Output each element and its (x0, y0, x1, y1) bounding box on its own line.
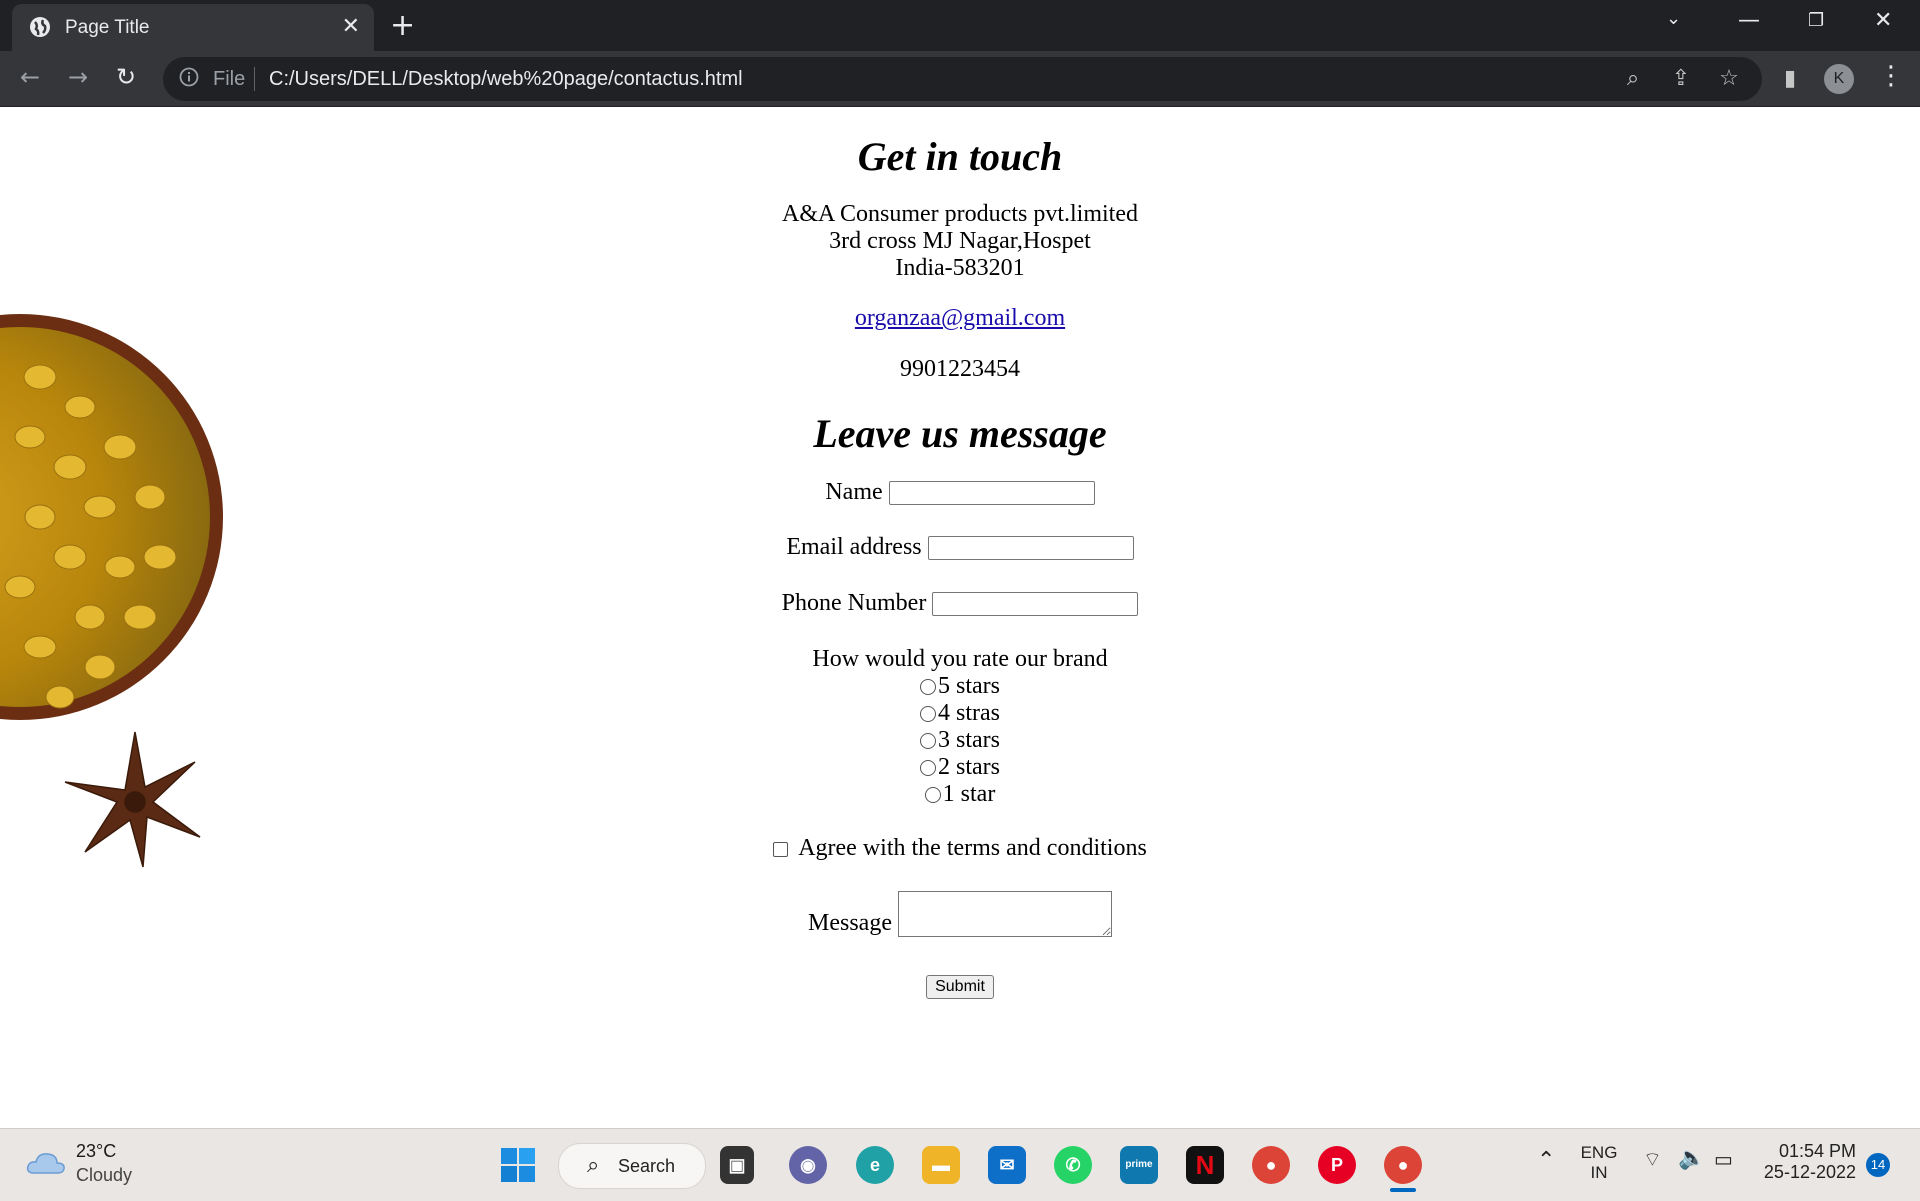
address-separator (254, 67, 255, 91)
language-indicator[interactable]: ENG IN (1580, 1143, 1618, 1183)
radio-button[interactable] (920, 760, 936, 777)
phone-label: Phone Number (781, 590, 927, 616)
cloud-weather-icon[interactable] (26, 1149, 66, 1177)
mail-icon[interactable]: ✉ (988, 1146, 1026, 1184)
pinterest-icon[interactable]: P (1318, 1146, 1356, 1184)
clock-date: 25-12-2022 (1763, 1162, 1856, 1182)
notification-badge[interactable]: 14 (1866, 1153, 1890, 1177)
taskbar: 23°C Cloudy ⌕ Search ▣ ◉ e ▬ ✉ ✆ prime N… (0, 1128, 1920, 1201)
teams-chat-icon[interactable]: ◉ (789, 1146, 827, 1184)
radio-button[interactable] (920, 679, 936, 696)
taskbar-search-box[interactable]: ⌕ Search (558, 1143, 706, 1189)
email-label: Email address (786, 534, 922, 560)
side-panel-icon[interactable]: ▮ (1777, 66, 1803, 92)
rating-question: How would you rate our brand (812, 646, 1108, 672)
radio-button[interactable] (920, 733, 936, 750)
heading-get-in-touch: Get in touch (857, 134, 1063, 179)
weather-temp[interactable]: 23°C (76, 1141, 116, 1162)
submit-row: Submit (560, 971, 1360, 999)
chevron-up-icon[interactable]: ⌃ (1537, 1147, 1555, 1173)
address-url[interactable]: C:/Users/DELL/Desktop/web%20page/contact… (269, 68, 743, 91)
prime-video-icon[interactable]: prime (1120, 1146, 1158, 1184)
phone-input[interactable] (932, 592, 1139, 617)
email-row: organzaa@gmail.com (560, 305, 1360, 332)
address-block: A&A Consumer products pvt.limited 3rd cr… (560, 201, 1360, 282)
submit-button[interactable]: Submit (926, 975, 994, 999)
page-viewport: Get in touch A&A Consumer products pvt.l… (0, 107, 1920, 1128)
file-explorer-icon[interactable]: ▬ (922, 1146, 960, 1184)
globe-icon (30, 17, 50, 37)
terms-row[interactable]: Agree with the terms and conditions (560, 835, 1360, 862)
phone-row: Phone Number (560, 590, 1360, 617)
back-icon[interactable]: ← (20, 63, 40, 91)
forward-icon[interactable]: → (68, 63, 88, 91)
rating-option-5[interactable]: 5 stars (560, 673, 1360, 700)
chrome-active-icon[interactable]: ● (1384, 1146, 1422, 1184)
rating-option-3[interactable]: 3 stars (560, 727, 1360, 754)
address-line: 3rd cross MJ Nagar,Hospet (829, 228, 1091, 254)
email-field-row: Email address (560, 534, 1360, 561)
tab-search-icon[interactable]: ⌄ (1666, 8, 1681, 29)
wifi-icon[interactable]: ⌔ (1643, 1147, 1662, 1172)
netflix-icon[interactable]: N (1186, 1146, 1224, 1184)
message-row: Message (560, 891, 1360, 937)
share-icon[interactable]: ⇪ (1668, 66, 1694, 92)
tab-strip: Page Title ✕ + ⌄ — ❐ ✕ (0, 0, 1920, 51)
rating-option-4[interactable]: 4 stras (560, 700, 1360, 727)
active-indicator (1390, 1188, 1416, 1192)
weather-desc[interactable]: Cloudy (76, 1165, 132, 1186)
tab-title: Page Title (65, 17, 150, 38)
reload-icon[interactable]: ↻ (116, 63, 136, 91)
edge-icon[interactable]: e (856, 1146, 894, 1184)
close-window-icon[interactable]: ✕ (1874, 8, 1892, 33)
radio-button[interactable] (924, 787, 941, 804)
email-input[interactable] (927, 536, 1134, 561)
restore-icon[interactable]: ❐ (1808, 10, 1824, 31)
message-textarea[interactable] (897, 891, 1112, 937)
terms-label: Agree with the terms and conditions (798, 835, 1147, 861)
search-label: Search (618, 1156, 676, 1176)
new-tab-icon[interactable]: + (390, 8, 415, 43)
phone-number: 9901223454 (900, 356, 1020, 382)
radio-button[interactable] (920, 706, 936, 723)
email-link[interactable]: organzaa@gmail.com (855, 305, 1065, 331)
close-tab-icon[interactable]: ✕ (342, 14, 360, 39)
info-icon[interactable] (179, 67, 199, 87)
rating-group: How would you rate our brand 5 stars 4 s… (560, 646, 1360, 808)
bookmark-star-icon[interactable]: ☆ (1716, 66, 1742, 92)
clock[interactable]: 01:54 PM 25-12-2022 (1760, 1141, 1856, 1183)
whatsapp-icon[interactable]: ✆ (1054, 1146, 1092, 1184)
battery-icon[interactable]: ▭ (1714, 1147, 1733, 1172)
minimize-icon[interactable]: — (1738, 8, 1760, 33)
rating-option-2[interactable]: 2 stars (560, 754, 1360, 781)
volume-icon[interactable]: 🔈 (1678, 1145, 1705, 1171)
task-view-icon[interactable]: ▣ (720, 1146, 754, 1184)
address-scheme: File (213, 68, 246, 90)
spice-bowl-image (0, 314, 223, 868)
company-name: A&A Consumer products pvt.limited (782, 201, 1138, 227)
country-pin: India-583201 (895, 255, 1025, 281)
zoom-icon[interactable]: ⌕ (1620, 66, 1646, 92)
rating-option-1[interactable]: 1 star (560, 781, 1360, 808)
heading-leave-message: Leave us message (813, 411, 1107, 456)
message-label: Message (808, 910, 892, 936)
name-input[interactable] (888, 481, 1095, 506)
terms-checkbox[interactable] (773, 841, 789, 857)
tab-page[interactable]: Page Title ✕ (12, 4, 374, 51)
clock-time: 01:54 PM (1778, 1141, 1856, 1161)
address-bar[interactable]: File C:/Users/DELL/Desktop/web%20page/co… (163, 57, 1762, 101)
name-row: Name (560, 479, 1360, 506)
menu-kebab-icon[interactable]: ⋮ (1878, 61, 1904, 91)
profile-avatar[interactable]: K (1824, 64, 1854, 94)
name-label: Name (825, 479, 883, 505)
windows-start-icon[interactable] (500, 1147, 536, 1183)
browser-toolbar: ← → ↻ File C:/Users/DELL/Desktop/web%20p… (0, 51, 1920, 107)
chrome-icon[interactable]: ● (1252, 1146, 1290, 1184)
search-icon: ⌕ (587, 1152, 600, 1177)
